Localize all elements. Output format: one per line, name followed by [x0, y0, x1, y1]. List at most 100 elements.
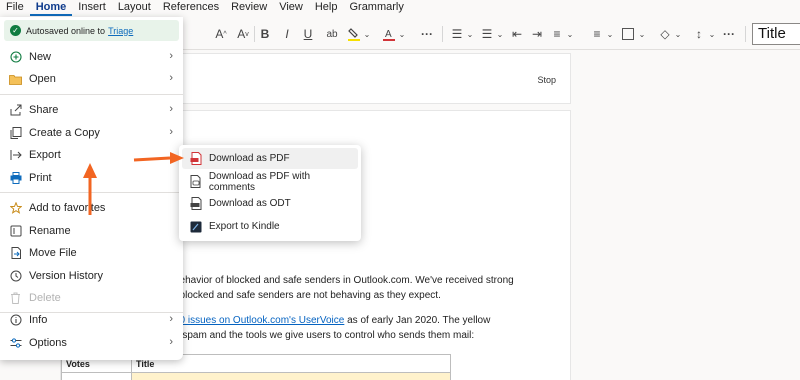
download-odt-item[interactable]: Download as ODT: [182, 193, 358, 214]
chevron-right-icon: ›: [169, 313, 173, 325]
font-color-icon[interactable]: A: [382, 26, 396, 42]
numbering-icon[interactable]: ☰: [480, 26, 494, 42]
shrink-font-icon[interactable]: Av: [234, 26, 252, 42]
chevron-right-icon: ›: [169, 126, 173, 138]
ribbon-divider: [442, 26, 443, 42]
file-menu-label: New: [29, 51, 52, 63]
autosave-banner: ✓ Autosaved online to Triage: [4, 20, 179, 41]
submenu-label: Download as PDF: [209, 153, 290, 164]
chevron-down-icon[interactable]: ⌄: [606, 26, 614, 42]
file-menu-move-file[interactable]: Move File: [0, 242, 183, 264]
trash-icon: [9, 292, 22, 305]
grow-font-icon[interactable]: A ^: [212, 26, 230, 42]
table-cell: [61, 372, 132, 380]
file-menu-new[interactable]: New ›: [0, 46, 183, 68]
kindle-icon: [189, 220, 203, 234]
star-icon: [9, 202, 22, 215]
file-menu-label: Create a Copy: [29, 127, 100, 139]
menu-file[interactable]: File: [0, 0, 30, 16]
file-menu-label: Info: [29, 314, 48, 326]
menu-view[interactable]: View: [273, 0, 309, 16]
chevron-right-icon: ›: [169, 72, 173, 84]
ribbon-divider: [745, 26, 746, 42]
file-menu-create-copy[interactable]: Create a Copy ›: [0, 122, 183, 144]
style-selector[interactable]: Title: [752, 23, 800, 45]
file-menu-label: Options: [29, 337, 67, 349]
borders-icon[interactable]: [622, 28, 634, 40]
align-icon[interactable]: ≡: [550, 26, 564, 42]
chevron-down-icon[interactable]: ⌄: [708, 26, 716, 42]
italic-icon[interactable]: I: [280, 26, 294, 42]
menu-help[interactable]: Help: [309, 0, 344, 16]
menu-insert[interactable]: Insert: [72, 0, 112, 16]
info-icon: [9, 314, 22, 327]
chevron-down-icon[interactable]: ⌄: [466, 26, 474, 42]
chevron-right-icon: ›: [169, 50, 173, 62]
file-menu-options[interactable]: Options ›: [0, 332, 183, 354]
menu-bar: File Home Insert Layout References Revie…: [0, 0, 800, 16]
underline-icon[interactable]: U: [301, 26, 315, 42]
submenu-label: Export to Kindle: [209, 221, 280, 232]
printer-icon: [9, 172, 22, 185]
file-menu-open[interactable]: Open ›: [0, 68, 183, 90]
paragraph-line: t blocked and safe senders are not behav…: [174, 290, 441, 301]
shading-icon[interactable]: ◇: [658, 26, 672, 42]
export-icon: [9, 149, 22, 162]
uservoice-link[interactable]: 10 issues on Outlook.com's UserVoice: [174, 315, 344, 326]
submenu-label: Download as PDF with comments: [208, 170, 311, 193]
move-file-icon: [9, 247, 22, 260]
export-kindle-item[interactable]: Export to Kindle: [182, 216, 358, 237]
chevron-down-icon[interactable]: ⌄: [363, 26, 371, 42]
menu-layout[interactable]: Layout: [112, 0, 157, 16]
align-icon[interactable]: ≡: [590, 26, 604, 42]
more-icon[interactable]: ···: [420, 26, 434, 42]
line-spacing-icon[interactable]: ↕: [692, 26, 706, 42]
file-menu-label: Add to favorites: [29, 202, 106, 214]
file-menu-rename[interactable]: Rename: [0, 220, 183, 242]
file-menu-label: Open: [29, 73, 56, 85]
svg-text:A: A: [385, 29, 392, 40]
file-menu-label: Share: [29, 104, 59, 116]
file-menu: ✓ Autosaved online to Triage New › Open …: [0, 17, 183, 360]
file-menu-print[interactable]: Print: [0, 167, 183, 189]
chevron-right-icon: ›: [169, 103, 173, 115]
share-icon: [9, 104, 22, 117]
copy-icon: [9, 127, 22, 140]
strikethrough-icon[interactable]: ab: [323, 26, 341, 42]
menu-review[interactable]: Review: [225, 0, 273, 16]
bold-icon[interactable]: B: [258, 26, 272, 42]
submenu-label: Download as ODT: [209, 198, 291, 209]
increase-indent-icon[interactable]: ⇥: [530, 26, 544, 42]
file-menu-add-favorites[interactable]: Add to favorites: [0, 197, 183, 219]
file-menu-label: Export: [29, 149, 61, 161]
download-pdf-comments-item[interactable]: Download as PDF with comments: [182, 170, 358, 193]
chevron-down-icon[interactable]: ⌄: [496, 26, 504, 42]
file-menu-label: Print: [29, 172, 52, 184]
file-menu-export[interactable]: Export: [0, 144, 183, 166]
file-menu-version-history[interactable]: Version History: [0, 265, 183, 287]
paragraph-line: behavior of blocked and safe senders in …: [174, 275, 514, 286]
menu-home[interactable]: Home: [29, 0, 73, 16]
ribbon-divider: [254, 26, 255, 42]
chevron-down-icon[interactable]: ⌄: [638, 26, 646, 42]
decrease-indent-icon[interactable]: ⇤: [510, 26, 524, 42]
file-menu-label: Delete: [29, 292, 61, 304]
chevron-right-icon: ›: [169, 336, 173, 348]
chevron-down-icon[interactable]: ⌄: [566, 26, 574, 42]
file-menu-info[interactable]: Info ›: [0, 309, 183, 331]
chevron-down-icon[interactable]: ⌄: [674, 26, 682, 42]
download-pdf-item[interactable]: Download as PDF: [182, 148, 358, 169]
highlight-icon[interactable]: [347, 26, 361, 42]
menu-grammarly[interactable]: Grammarly: [343, 0, 409, 16]
file-menu-label: Move File: [29, 247, 77, 259]
history-icon: [9, 270, 22, 283]
paragraph-text: as of early Jan 2020. The yellow: [344, 315, 491, 326]
chevron-down-icon[interactable]: ⌄: [398, 26, 406, 42]
file-menu-share[interactable]: Share ›: [0, 99, 183, 121]
bullets-icon[interactable]: ☰: [450, 26, 464, 42]
paragraph-line: n spam and the tools we give users to co…: [174, 330, 475, 341]
autosave-location-link[interactable]: Triage: [108, 26, 133, 36]
stop-button[interactable]: Stop: [537, 75, 556, 85]
menu-references[interactable]: References: [157, 0, 225, 16]
more-icon[interactable]: ···: [722, 26, 736, 42]
